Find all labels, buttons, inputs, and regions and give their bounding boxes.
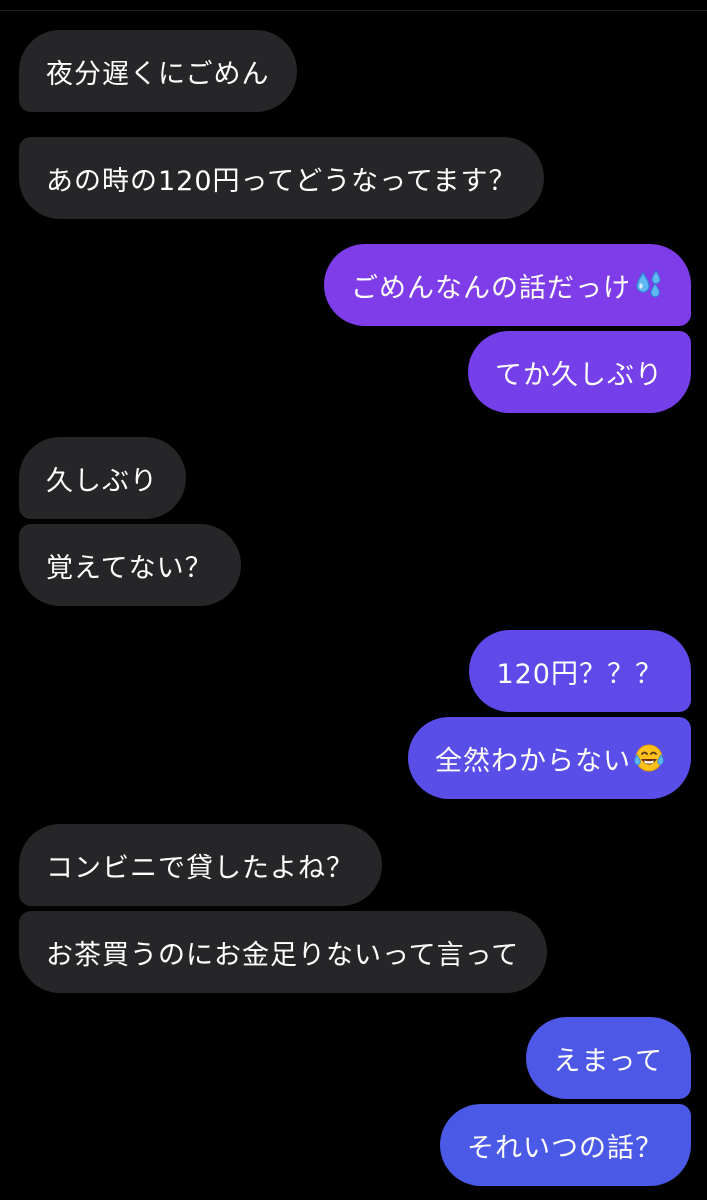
message-text: 夜分遅くにごめん (46, 58, 270, 90)
sent-message-bubble[interactable]: えまって (526, 1017, 691, 1099)
sweat-droplets-icon (633, 269, 665, 301)
received-message-bubble[interactable]: 久しぶり (19, 437, 186, 519)
tears-of-joy-icon (633, 742, 665, 774)
received-message-bubble[interactable]: 覚えてない？ (19, 524, 241, 606)
message-text: それいつの話？ (467, 1132, 663, 1164)
message-text: えまって (553, 1045, 663, 1077)
message-text: コンビニで貸したよね？ (46, 852, 354, 884)
message-text: てか久しぶり (495, 359, 663, 391)
message-text: ごめんなんの話だっけ (351, 272, 631, 304)
message-text: あの時の120円ってどうなってます？ (46, 165, 517, 197)
message-text: 120円？？？ (496, 658, 663, 690)
sent-message-bubble[interactable]: 全然わからない (408, 717, 691, 799)
message-text: お茶買うのにお金足りないって言って (46, 939, 520, 971)
received-message-bubble[interactable]: コンビニで貸したよね？ (19, 824, 382, 906)
sent-message-bubble[interactable]: ごめんなんの話だっけ (324, 244, 691, 326)
sent-message-bubble[interactable]: てか久しぶり (468, 331, 691, 413)
sent-message-bubble[interactable]: それいつの話？ (440, 1104, 691, 1186)
message-text: 久しぶり (46, 465, 158, 497)
received-message-bubble[interactable]: あの時の120円ってどうなってます？ (19, 137, 545, 219)
sent-message-bubble[interactable]: 120円？？？ (469, 630, 691, 712)
message-text: 覚えてない？ (46, 552, 213, 584)
received-message-bubble[interactable]: お茶買うのにお金足りないって言って (19, 911, 548, 993)
message-text: 全然わからない (435, 745, 631, 777)
top-divider (0, 10, 707, 11)
received-message-bubble[interactable]: 夜分遅くにごめん (19, 30, 298, 112)
